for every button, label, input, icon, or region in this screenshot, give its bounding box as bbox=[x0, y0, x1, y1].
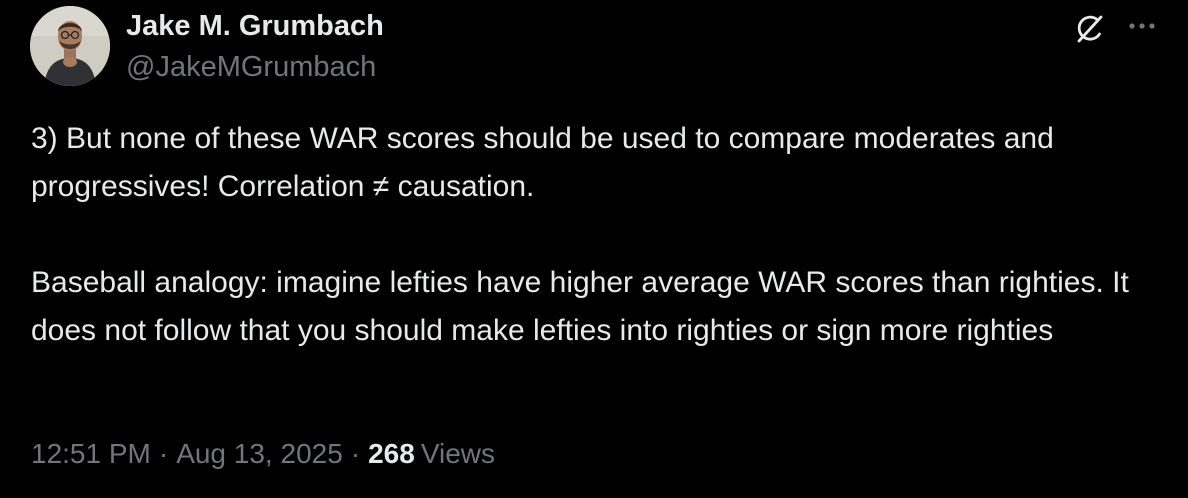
separator: · bbox=[158, 438, 169, 469]
tweet-text: 3) But none of these WAR scores should b… bbox=[31, 115, 1161, 355]
grok-icon[interactable] bbox=[1072, 12, 1106, 46]
avatar-photo-icon bbox=[30, 6, 110, 86]
tweet-card: Jake M. Grumbach @JakeMGrumbach 3) But n… bbox=[0, 0, 1188, 498]
more-dots-icon[interactable] bbox=[1124, 12, 1160, 40]
views-label: Views bbox=[420, 438, 496, 469]
timestamp-date[interactable]: Aug 13, 2025 bbox=[176, 438, 343, 469]
author-avatar[interactable] bbox=[30, 6, 110, 86]
author-handle[interactable]: @JakeMGrumbach bbox=[126, 51, 376, 84]
timestamp-time[interactable]: 12:51 PM bbox=[31, 438, 151, 469]
author-name[interactable]: Jake M. Grumbach bbox=[126, 10, 384, 43]
views-count: 268 bbox=[368, 438, 415, 469]
tweet-paragraph: Baseball analogy: imagine lefties have h… bbox=[31, 266, 1129, 347]
tweet-paragraph: 3) But none of these WAR scores should b… bbox=[31, 122, 1054, 203]
separator: · bbox=[350, 438, 361, 469]
tweet-metadata: 12:51 PM · Aug 13, 2025 · 268 Views bbox=[31, 438, 495, 470]
